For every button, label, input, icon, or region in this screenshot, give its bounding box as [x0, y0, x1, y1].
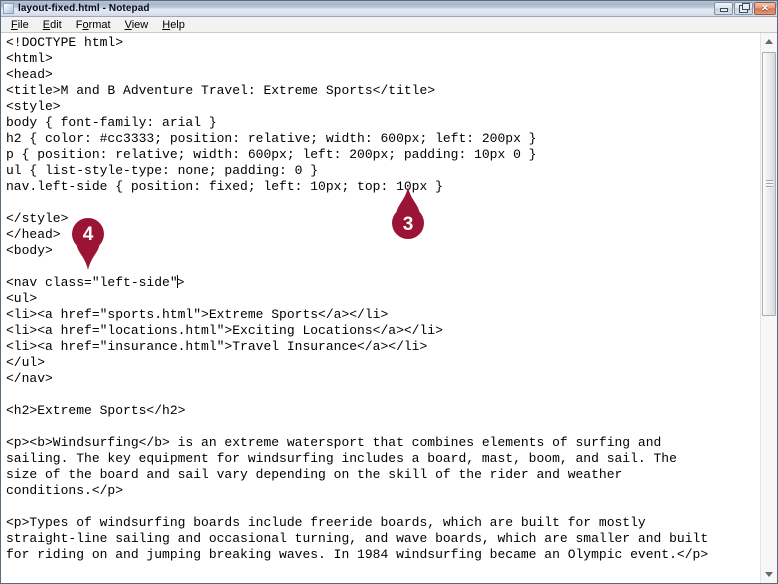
- window-title: layout-fixed.html - Notepad: [18, 3, 150, 14]
- text-caret: [176, 275, 178, 288]
- code-line: body { font-family: arial }: [6, 115, 217, 130]
- code-line: nav.left-side { position: fixed; left: 1…: [6, 179, 443, 194]
- code-line: </head>: [6, 227, 61, 242]
- code-line: <ul>: [6, 291, 38, 306]
- scrollbar-track[interactable]: [761, 50, 777, 566]
- code-line: straight-line sailing and occasional tur…: [6, 531, 709, 546]
- screenshot-root: layout-fixed.html - Notepad ✕ File Edit …: [0, 0, 778, 584]
- code-line: <p>Types of windsurfing boards include f…: [6, 515, 646, 530]
- close-button[interactable]: ✕: [754, 2, 776, 15]
- code-line: p { position: relative; width: 600px; le…: [6, 147, 537, 162]
- code-line: for riding on and jumping breaking waves…: [6, 547, 709, 562]
- notepad-document-icon: [3, 3, 14, 14]
- minimize-icon: [719, 7, 728, 12]
- maximize-icon: [739, 2, 750, 13]
- code-line: <li><a href="locations.html">Exciting Lo…: [6, 323, 443, 338]
- scroll-thumb[interactable]: [762, 52, 776, 316]
- menu-item-help[interactable]: Help: [155, 18, 192, 32]
- minimize-button[interactable]: [714, 2, 733, 15]
- close-icon: ✕: [761, 3, 769, 13]
- menu-item-edit[interactable]: Edit: [36, 18, 69, 32]
- menu-item-view[interactable]: View: [118, 18, 156, 32]
- code-line: <style>: [6, 99, 61, 114]
- scroll-down-arrow[interactable]: [761, 566, 777, 583]
- code-line: <li><a href="insurance.html">Travel Insu…: [6, 339, 428, 354]
- menu-item-format[interactable]: Format: [69, 18, 118, 32]
- notepad-window: layout-fixed.html - Notepad ✕ File Edit …: [0, 0, 778, 584]
- code-line: ul { list-style-type: none; padding: 0 }: [6, 163, 319, 178]
- code-line: sailing. The key equipment for windsurfi…: [6, 451, 677, 466]
- text-editor[interactable]: <!DOCTYPE html> <html> <head> <title>M and …: [1, 33, 760, 583]
- code-line: <head>: [6, 67, 53, 82]
- code-line: <nav class="left-side">: [6, 275, 185, 290]
- code-line: </style>: [6, 211, 69, 226]
- code-line: <title>M and B Adventure Travel: Extreme…: [6, 83, 436, 98]
- code-line: <p><b>Windsurfing</b> is an extreme wate…: [6, 435, 662, 450]
- scroll-up-arrow[interactable]: [761, 33, 777, 50]
- code-line: <!DOCTYPE html>: [6, 35, 124, 50]
- code-line: <h2>Extreme Sports</h2>: [6, 403, 186, 418]
- maximize-button[interactable]: [734, 2, 753, 15]
- code-line: <body>: [6, 243, 53, 258]
- code-line: </ul>: [6, 355, 46, 370]
- code-line: <li><a href="sports.html">Extreme Sports…: [6, 307, 389, 322]
- menu-bar: File Edit Format View Help: [1, 17, 777, 33]
- menu-item-file[interactable]: File: [4, 18, 36, 32]
- code-line: conditions.</p>: [6, 483, 124, 498]
- code-line: </nav>: [6, 371, 53, 386]
- vertical-scrollbar[interactable]: [760, 33, 777, 583]
- code-line: h2 { color: #cc3333; position: relative;…: [6, 131, 537, 146]
- code-line: size of the board and sail vary dependin…: [6, 467, 623, 482]
- window-controls: ✕: [714, 1, 776, 16]
- code-line: <html>: [6, 51, 53, 66]
- scroll-thumb-grip: [766, 180, 773, 188]
- editor-area: <!DOCTYPE html> <html> <head> <title>M and …: [1, 33, 777, 583]
- title-bar[interactable]: layout-fixed.html - Notepad ✕: [1, 1, 777, 17]
